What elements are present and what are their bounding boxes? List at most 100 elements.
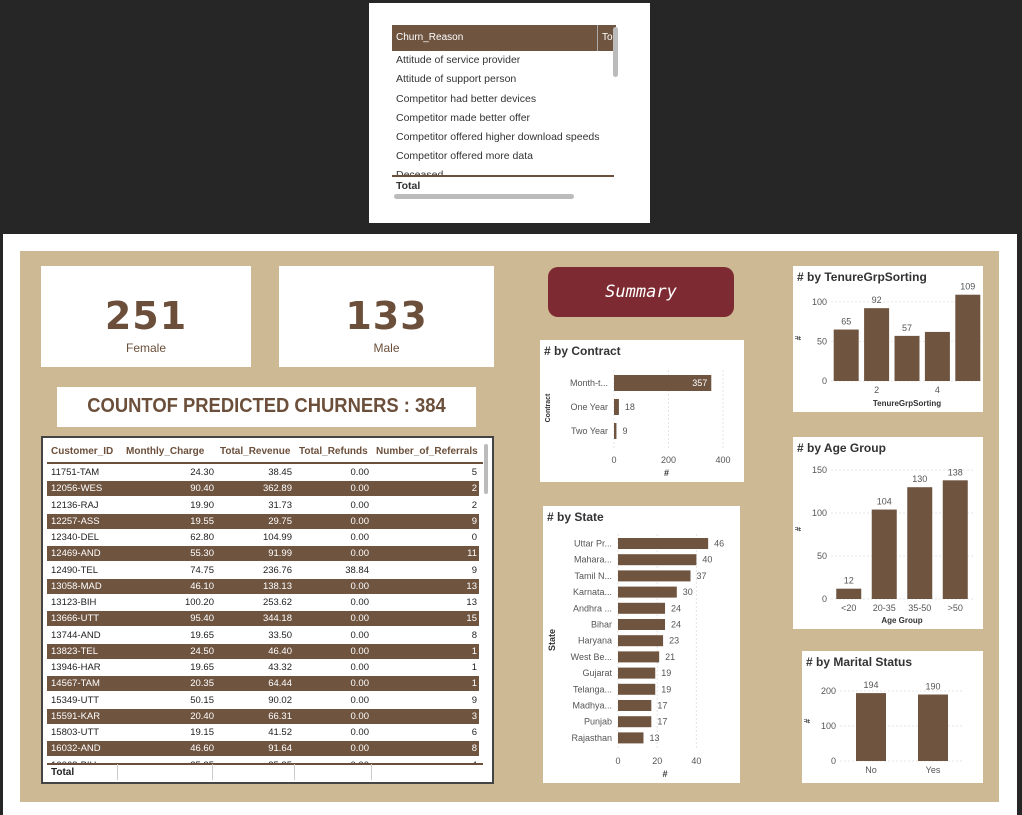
table-cell: 20.35: [190, 678, 214, 690]
table-cell: 13946-HAR: [51, 662, 101, 673]
table-row[interactable]: 15803-UTT 19.15 41.52 0.00 6: [47, 725, 479, 740]
table-cell: 90.40: [190, 483, 214, 495]
table-cell: 15803-UTT: [51, 727, 100, 738]
column-header-monthly-charge[interactable]: Monthly_Charge: [126, 446, 204, 457]
table-cell: 0.00: [350, 678, 370, 690]
table-cell: 0.00: [350, 483, 370, 495]
table-row[interactable]: 14567-TAM 20.35 64.44 0.00 1: [47, 676, 479, 692]
bar: [907, 487, 933, 599]
category-label: Rajasthan: [571, 733, 612, 743]
table-row[interactable]: 16032-AND 46.60 91.64 0.00 8: [47, 741, 479, 757]
y-tick-label: 0: [831, 756, 836, 766]
list-item[interactable]: Attitude of service provider: [396, 54, 520, 66]
list-item[interactable]: Competitor had better devices: [396, 93, 536, 105]
table-row[interactable]: 15349-UTT 50.15 90.02 0.00 9: [47, 693, 479, 708]
bar: [833, 329, 859, 381]
table-cell: 362.89: [262, 483, 292, 495]
data-label: 138: [948, 467, 963, 477]
y-axis-title: #: [803, 718, 812, 723]
column-header-total[interactable]: To: [602, 32, 613, 43]
table-cell: 15: [466, 613, 477, 625]
table-cell: 0.00: [350, 743, 370, 755]
age-bar-chart: 0 50 100 150 12 <20 104 20-35 130 35-50 138 >50 Age …: [794, 465, 973, 625]
table-cell: 12340-DEL: [51, 532, 100, 543]
summary-button[interactable]: Summary: [548, 267, 734, 317]
table-cell: 0.00: [350, 710, 370, 722]
list-item[interactable]: Competitor offered more data: [396, 150, 533, 162]
table-row[interactable]: 12257-ASS 19.55 29.75 0.00 9: [47, 513, 479, 529]
table-row[interactable]: 15591-KAR 20.40 66.31 0.00 3: [47, 708, 479, 724]
category-label: Haryana: [578, 636, 612, 646]
bar: [614, 399, 619, 415]
table-cell: 3: [471, 710, 477, 722]
table-cell: 0.00: [350, 727, 370, 738]
y-axis-title: Contract: [545, 393, 552, 422]
bar: [618, 554, 697, 566]
table-cell: 236.76: [262, 564, 292, 576]
kpi-male-card[interactable]: 133 Male: [279, 266, 494, 367]
x-tick-label: 200: [661, 455, 676, 465]
marital-chart-card[interactable]: # by Marital Status 0 100 200 194 No 190 Yes #: [802, 651, 983, 783]
vertical-scrollbar[interactable]: [613, 27, 618, 77]
x-tick-label: 20: [652, 756, 662, 766]
bar: [942, 480, 968, 599]
table-row[interactable]: 11751-TAM 24.30 38.45 0.00 5: [47, 465, 479, 480]
bar: [618, 651, 660, 663]
table-row[interactable]: 13823-TEL 24.50 46.40 0.00 1: [47, 643, 479, 659]
data-label: 19: [661, 684, 671, 694]
table-cell: 24.30: [190, 467, 214, 478]
column-header-total-refunds[interactable]: Total_Refunds: [299, 446, 368, 457]
column-header-churn-reason[interactable]: Churn_Reason: [396, 32, 463, 43]
table-row[interactable]: 13123-BIH 100.20 253.62 0.00 13: [47, 595, 479, 610]
table-cell: 12056-WES: [51, 483, 103, 495]
table-row[interactable]: 12056-WES 90.40 362.89 0.00 2: [47, 481, 479, 497]
column-divider: [294, 764, 295, 780]
horizontal-scrollbar[interactable]: [394, 194, 574, 199]
table-cell: 11: [467, 548, 477, 560]
data-label: 46: [714, 539, 724, 549]
table-row[interactable]: 12469-AND 55.30 91.99 0.00 11: [47, 546, 479, 562]
category-label: Telanga...: [573, 684, 612, 694]
column-header-total-revenue[interactable]: Total_Revenue: [220, 446, 290, 457]
table-row[interactable]: 12136-RAJ 19.90 31.73 0.00 2: [47, 498, 479, 513]
kpi-female-card[interactable]: 251 Female: [41, 266, 251, 367]
x-tick-label: 0: [611, 455, 616, 465]
table-cell: 9: [471, 564, 477, 576]
table-row[interactable]: 12490-TEL 74.75 236.76 38.84 9: [47, 563, 479, 578]
data-label: 57: [902, 323, 912, 333]
table-cell: 0.00: [350, 613, 370, 625]
table-cell: 6: [471, 727, 477, 738]
table-cell: 20.40: [190, 710, 214, 722]
table-cell: 50.15: [190, 694, 214, 706]
list-item[interactable]: Competitor made better offer: [396, 112, 530, 124]
column-header-referrals[interactable]: Number_of_Referrals: [376, 446, 478, 457]
state-chart-card[interactable]: # by State 0 20 40 Uttar Pr... 46 Mahara... 40…: [543, 506, 740, 783]
column-header-customer-id[interactable]: Customer_ID: [51, 446, 113, 457]
table-row[interactable]: 13744-AND 19.65 33.50 0.00 8: [47, 628, 479, 643]
data-label: 40: [702, 555, 712, 565]
table-cell: 16032-AND: [51, 743, 101, 755]
table-row[interactable]: 12340-DEL 62.80 104.99 0.00 0: [47, 530, 479, 545]
table-row[interactable]: 13946-HAR 19.65 43.32 0.00 1: [47, 660, 479, 675]
list-item[interactable]: Competitor offered higher download speed…: [396, 131, 600, 143]
table-row[interactable]: 13666-UTT 95.40 344.18 0.00 15: [47, 611, 479, 627]
age-chart-card[interactable]: # by Age Group 0 50 100 150 12 <20 104 20-35 130…: [793, 437, 983, 629]
bar: [918, 694, 948, 761]
data-label: 190: [925, 682, 940, 692]
table-cell: 12136-RAJ: [51, 499, 99, 511]
list-item[interactable]: Attitude of support person: [396, 73, 516, 85]
bar: [955, 294, 981, 381]
table-row[interactable]: 13058-MAD 46.10 138.13 0.00 13: [47, 578, 479, 594]
vertical-scrollbar[interactable]: [484, 444, 488, 494]
marital-bar-chart: 0 100 200 194 No 190 Yes #: [803, 680, 964, 775]
table-cell: 46.40: [268, 645, 292, 657]
table-cell: 46.60: [190, 743, 214, 755]
bar: [618, 700, 652, 711]
contract-chart-card[interactable]: # by Contract 0 200 400 Month-t... 357 One Ye…: [540, 340, 744, 482]
table-cell: 12490-TEL: [51, 564, 99, 576]
table-cell: 13823-TEL: [51, 645, 99, 657]
tenure-chart-card[interactable]: # by TenureGrpSorting 0 50 100 65 92 2 57 4 109 T…: [793, 266, 983, 412]
table-cell: 62.80: [190, 532, 214, 543]
x-tick-label: 400: [715, 455, 730, 465]
category-label: Uttar Pr...: [574, 539, 612, 549]
